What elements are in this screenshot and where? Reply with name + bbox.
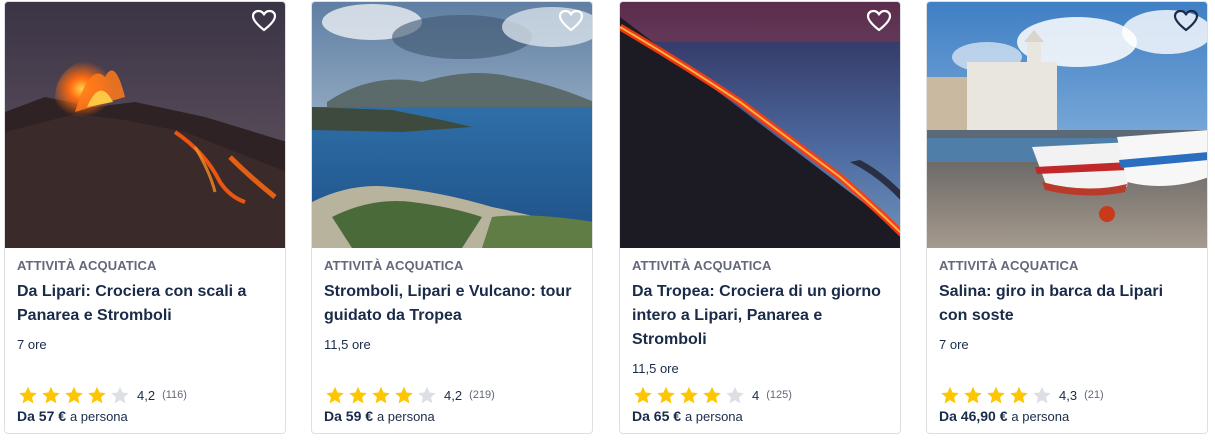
price-suffix: a persona xyxy=(376,409,435,424)
star-rating xyxy=(17,385,131,406)
star-filled-icon xyxy=(941,386,959,403)
duration: 7 ore xyxy=(939,337,969,352)
star-filled-icon xyxy=(88,386,106,403)
review-count: (125) xyxy=(766,389,792,401)
price-amount: 46,90 € xyxy=(960,408,1008,424)
heart-icon[interactable] xyxy=(251,9,277,33)
rating: 4,3 (21) xyxy=(939,385,1104,405)
heart-icon[interactable] xyxy=(558,9,584,33)
heart-icon[interactable] xyxy=(1173,9,1199,33)
duration: 11,5 ore xyxy=(632,361,679,376)
activity-card[interactable]: ATTIVITÀ ACQUATICA Da Tropea: Crociera d… xyxy=(619,1,901,434)
price-amount: 65 € xyxy=(653,408,682,424)
star-filled-icon xyxy=(703,386,721,403)
category-label: ATTIVITÀ ACQUATICA xyxy=(324,258,464,273)
price-prefix: Da xyxy=(939,408,957,424)
star-filled-icon xyxy=(65,386,83,403)
price-amount: 59 € xyxy=(345,408,374,424)
activity-image[interactable] xyxy=(312,2,592,248)
review-count: (219) xyxy=(469,389,495,401)
star-empty-icon xyxy=(418,386,436,403)
price: Da 59 € a persona xyxy=(324,408,435,424)
star-filled-icon xyxy=(680,386,698,403)
duration: 11,5 ore xyxy=(324,337,371,352)
price: Da 46,90 € a persona xyxy=(939,408,1069,424)
rating-value: 4 xyxy=(752,387,760,403)
star-filled-icon xyxy=(964,386,982,403)
category-label: ATTIVITÀ ACQUATICA xyxy=(939,258,1079,273)
star-filled-icon xyxy=(657,386,675,403)
price-prefix: Da xyxy=(17,408,35,424)
price-suffix: a persona xyxy=(1011,409,1070,424)
rating: 4,2 (116) xyxy=(17,385,187,405)
star-empty-icon xyxy=(111,386,129,403)
activity-image[interactable] xyxy=(5,2,285,248)
price: Da 65 € a persona xyxy=(632,408,743,424)
activity-card[interactable]: ATTIVITÀ ACQUATICA Salina: giro in barca… xyxy=(926,1,1208,434)
star-filled-icon xyxy=(987,386,1005,403)
activity-image[interactable] xyxy=(620,2,900,248)
category-label: ATTIVITÀ ACQUATICA xyxy=(632,258,772,273)
price-suffix: a persona xyxy=(684,409,743,424)
activity-card[interactable]: ATTIVITÀ ACQUATICA Stromboli, Lipari e V… xyxy=(311,1,593,434)
star-rating xyxy=(632,385,746,406)
rating: 4,2 (219) xyxy=(324,385,495,405)
price-prefix: Da xyxy=(324,408,342,424)
category-label: ATTIVITÀ ACQUATICA xyxy=(17,258,157,273)
price-suffix: a persona xyxy=(69,409,128,424)
duration: 7 ore xyxy=(17,337,47,352)
activity-card[interactable]: ATTIVITÀ ACQUATICA Da Lipari: Crociera c… xyxy=(4,1,286,434)
price-amount: 57 € xyxy=(38,408,67,424)
star-filled-icon xyxy=(1010,386,1028,403)
star-filled-icon xyxy=(42,386,60,403)
price: Da 57 € a persona xyxy=(17,408,128,424)
activity-title[interactable]: Da Lipari: Crociera con scali a Panarea … xyxy=(17,280,271,328)
rating: 4 (125) xyxy=(632,385,792,405)
star-rating xyxy=(324,385,438,406)
rating-value: 4,2 xyxy=(137,387,156,403)
heart-icon[interactable] xyxy=(866,9,892,33)
star-rating xyxy=(939,385,1053,406)
star-filled-icon xyxy=(326,386,344,403)
rating-value: 4,2 xyxy=(444,387,463,403)
star-filled-icon xyxy=(634,386,652,403)
star-empty-icon xyxy=(1033,386,1051,403)
activity-title[interactable]: Salina: giro in barca da Lipari con sost… xyxy=(939,280,1193,328)
price-prefix: Da xyxy=(632,408,650,424)
review-count: (21) xyxy=(1084,389,1104,401)
review-count: (116) xyxy=(162,389,187,401)
star-filled-icon xyxy=(395,386,413,403)
star-empty-icon xyxy=(726,386,744,403)
star-filled-icon xyxy=(372,386,390,403)
activity-title[interactable]: Da Tropea: Crociera di un giorno intero … xyxy=(632,280,886,352)
activity-title[interactable]: Stromboli, Lipari e Vulcano: tour guidat… xyxy=(324,280,578,328)
rating-value: 4,3 xyxy=(1059,387,1078,403)
star-filled-icon xyxy=(349,386,367,403)
activity-image[interactable] xyxy=(927,2,1207,248)
star-filled-icon xyxy=(19,386,37,403)
